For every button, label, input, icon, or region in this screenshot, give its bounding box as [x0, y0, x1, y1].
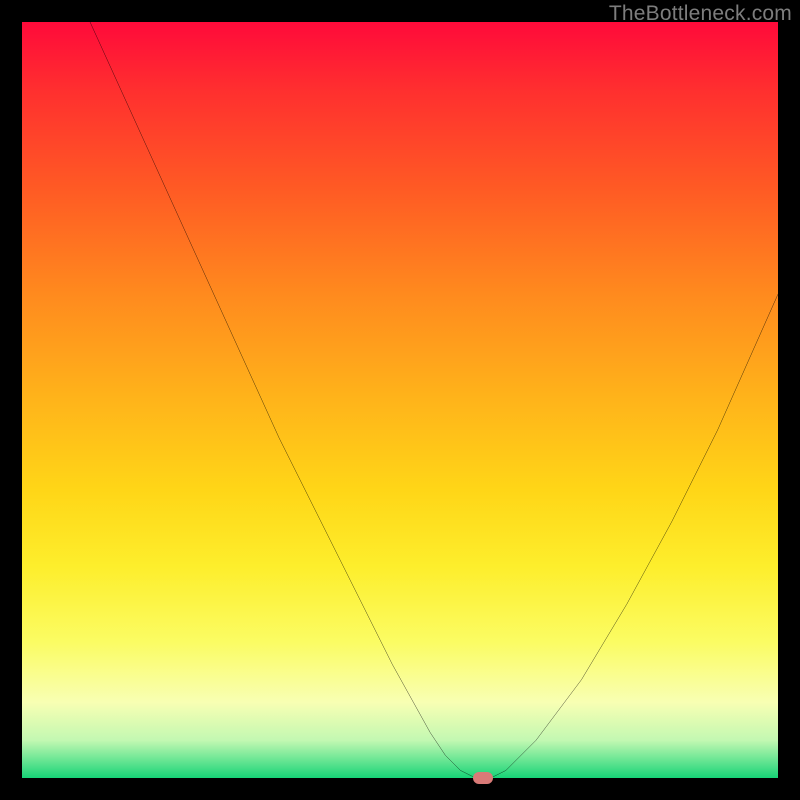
watermark-text: TheBottleneck.com — [609, 2, 792, 26]
chart-frame: TheBottleneck.com — [0, 0, 800, 800]
chart-background-gradient — [22, 22, 778, 778]
optimum-marker — [473, 772, 493, 784]
